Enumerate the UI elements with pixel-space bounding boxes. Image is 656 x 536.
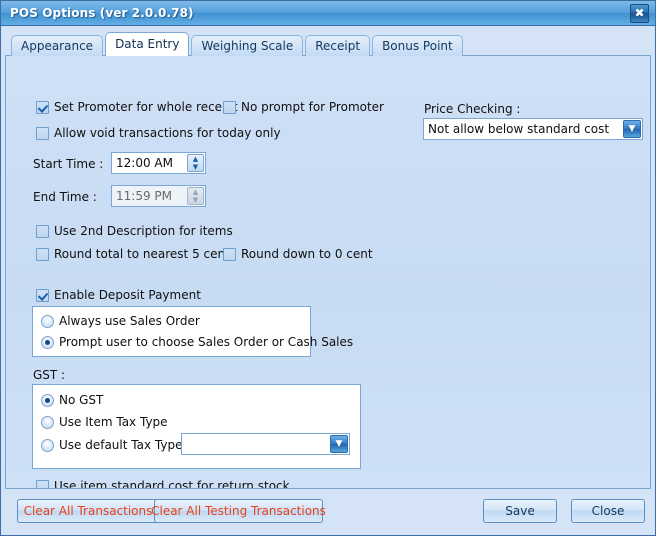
checkbox-no-prompt-promoter[interactable]: No prompt for Promoter <box>223 100 384 114</box>
close-window-button[interactable]: ✖ <box>630 3 649 23</box>
checkbox-label: Allow void transactions for today only <box>54 126 281 140</box>
spinner-down-icon[interactable]: ▼ <box>188 196 203 204</box>
default-tax-type-value <box>182 434 329 454</box>
data-entry-tab-page: Set Promoter for whole receipt No prompt… <box>5 55 651 489</box>
radio-label: Always use Sales Order <box>59 314 200 328</box>
checkbox-icon <box>223 247 236 261</box>
checkbox-use-2nd-description[interactable]: Use 2nd Description for items <box>36 224 233 238</box>
checkbox-icon <box>36 479 49 488</box>
start-time-label: Start Time : <box>33 157 104 171</box>
checkbox-allow-void-transactions[interactable]: Allow void transactions for today only <box>36 126 281 140</box>
checkbox-icon <box>36 224 49 238</box>
start-time-spinner[interactable]: ▲ ▼ <box>187 154 204 172</box>
radio-icon <box>41 314 54 328</box>
checkbox-label: Round total to nearest 5 cent <box>54 247 230 261</box>
clear-all-transactions-button[interactable]: Clear All Transactions <box>17 499 159 523</box>
tab-strip: Appearance Data Entry Weighing Scale Rec… <box>5 32 651 56</box>
save-button[interactable]: Save <box>483 499 557 523</box>
deposit-options-group: Always use Sales Order Prompt user to ch… <box>32 306 353 357</box>
radio-label: Use default Tax Type : <box>59 438 191 452</box>
checkbox-round-nearest-5-cent[interactable]: Round total to nearest 5 cent <box>36 247 230 261</box>
gst-options-group: No GST Use Item Tax Type Use default Tax… <box>32 384 361 469</box>
checkbox-round-down-0-cent[interactable]: Round down to 0 cent <box>223 247 373 261</box>
checkbox-icon <box>223 100 236 114</box>
radio-label: Use Item Tax Type <box>59 415 168 429</box>
checkbox-set-promoter[interactable]: Set Promoter for whole receipt <box>36 100 238 114</box>
spinner-down-icon[interactable]: ▼ <box>188 163 203 171</box>
radio-icon <box>41 393 54 407</box>
checkbox-label: Use 2nd Description for items <box>54 224 233 238</box>
default-tax-type-combobox[interactable]: ▼ <box>181 433 350 455</box>
start-time-input[interactable]: 12:00 AM ▲ ▼ <box>111 152 206 174</box>
checkbox-label: Round down to 0 cent <box>241 247 373 261</box>
radio-no-gst[interactable]: No GST <box>41 393 103 407</box>
close-button[interactable]: Close <box>571 499 645 523</box>
radio-label: No GST <box>59 393 104 407</box>
checkbox-use-item-standard-cost[interactable]: Use item standard cost for return stock <box>36 479 290 489</box>
end-time-label: End Time : <box>33 190 97 204</box>
checkbox-icon <box>36 126 49 140</box>
checkbox-icon <box>36 247 49 261</box>
title-bar: POS Options (ver 2.0.0.78) ✖ <box>1 1 655 26</box>
price-checking-value: Not allow below standard cost <box>428 122 610 136</box>
pos-options-window: POS Options (ver 2.0.0.78) ✖ Appearance … <box>0 0 656 536</box>
checkbox-icon <box>36 100 49 114</box>
end-time-value: 11:59 PM <box>116 189 172 203</box>
chevron-down-icon[interactable]: ▼ <box>623 120 641 138</box>
tab-data-entry[interactable]: Data Entry <box>105 32 190 56</box>
price-checking-label: Price Checking : <box>424 102 521 116</box>
end-time-spinner[interactable]: ▲ ▼ <box>187 187 204 205</box>
price-checking-combobox[interactable]: Not allow below standard cost ▼ <box>423 118 643 140</box>
tab-appearance[interactable]: Appearance <box>11 35 104 56</box>
tab-weighing-scale[interactable]: Weighing Scale <box>191 35 304 56</box>
gst-label: GST : <box>33 368 66 382</box>
checkbox-enable-deposit-payment[interactable]: Enable Deposit Payment <box>36 288 201 302</box>
radio-icon <box>41 335 54 349</box>
radio-icon <box>41 415 54 429</box>
checkbox-label: Enable Deposit Payment <box>54 288 201 302</box>
footer-button-bar: Clear All Transactions Clear All Testing… <box>5 493 651 531</box>
radio-label: Prompt user to choose Sales Order or Cas… <box>59 335 354 349</box>
checkbox-label: No prompt for Promoter <box>241 100 384 114</box>
checkbox-icon <box>36 288 49 302</box>
radio-use-default-tax-type[interactable]: Use default Tax Type : <box>41 438 190 452</box>
radio-prompt-sales-order-or-cash-sales[interactable]: Prompt user to choose Sales Order or Cas… <box>41 335 353 349</box>
start-time-value: 12:00 AM <box>116 156 173 170</box>
checkbox-label: Set Promoter for whole receipt <box>54 100 238 114</box>
clear-all-testing-transactions-button[interactable]: Clear All Testing Transactions <box>151 499 326 523</box>
window-title: POS Options (ver 2.0.0.78) <box>10 6 194 20</box>
radio-icon <box>41 438 54 452</box>
spinner-up-icon[interactable]: ▲ <box>188 155 203 163</box>
radio-always-use-sales-order[interactable]: Always use Sales Order <box>41 314 200 328</box>
window-body: Appearance Data Entry Weighing Scale Rec… <box>1 26 655 535</box>
chevron-down-icon[interactable]: ▼ <box>330 435 348 453</box>
checkbox-label: Use item standard cost for return stock <box>54 479 290 489</box>
close-icon: ✖ <box>634 6 645 20</box>
radio-use-item-tax-type[interactable]: Use Item Tax Type <box>41 415 168 429</box>
tab-bonus-point[interactable]: Bonus Point <box>372 35 463 56</box>
end-time-input[interactable]: 11:59 PM ▲ ▼ <box>111 185 206 207</box>
spinner-up-icon[interactable]: ▲ <box>188 188 203 196</box>
tab-receipt[interactable]: Receipt <box>305 35 371 56</box>
